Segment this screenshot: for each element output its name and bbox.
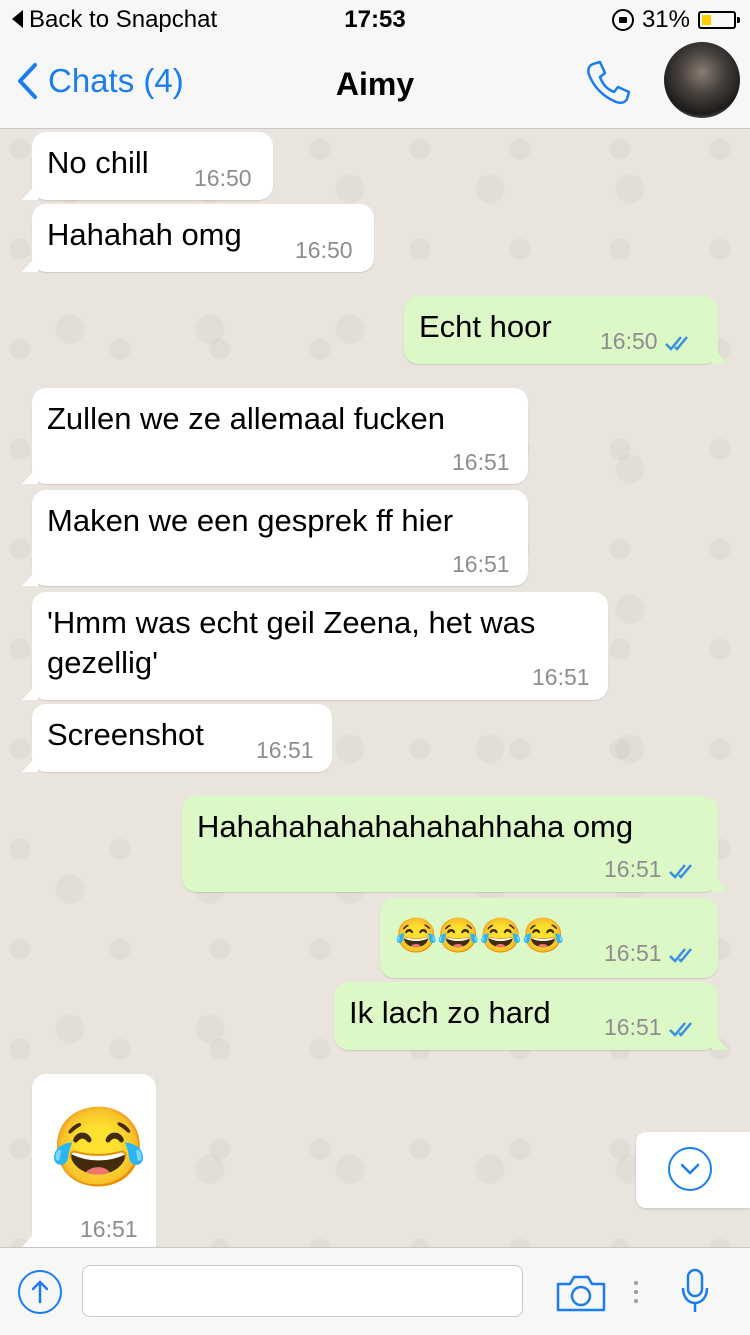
message-time: 16:51	[604, 1014, 662, 1040]
scroll-to-bottom-button[interactable]	[636, 1132, 750, 1208]
message-time: 16:50	[600, 328, 658, 354]
arrow-up-icon	[31, 1280, 49, 1304]
message-text: 'Hmm was echt geil Zeena, het was	[47, 605, 536, 640]
rotation-lock-icon	[611, 9, 634, 31]
message-time: 16:50	[295, 237, 353, 263]
microphone-icon	[681, 1268, 709, 1312]
double-check-icon	[668, 864, 692, 879]
voice-message-button[interactable]	[680, 1268, 710, 1319]
message-text: Maken we een gesprek ff hier	[47, 503, 454, 538]
call-button[interactable]	[583, 58, 633, 113]
message-bubble[interactable]: Hahahah omg 16:50	[22, 204, 374, 272]
chat-title[interactable]: Aimy	[0, 66, 750, 103]
message-bubble[interactable]: Echt hoor 16:50	[404, 296, 728, 364]
camera-icon	[556, 1275, 606, 1312]
status-bar: Back to Snapchat 17:53 31%	[0, 0, 750, 40]
message-bubble[interactable]: Ik lach zo hard 16:51	[334, 982, 728, 1050]
message-time: 16:51	[604, 856, 662, 882]
message-text: Zullen we ze allemaal fucken	[47, 401, 446, 436]
attach-button[interactable]	[18, 1270, 62, 1314]
message-bubble[interactable]: Maken we een gesprek ff hier 16:51	[22, 490, 528, 586]
double-check-icon	[664, 336, 688, 351]
input-bar	[0, 1247, 750, 1335]
message-bubble[interactable]: Zullen we ze allemaal fucken 16:51	[22, 388, 528, 484]
camera-button[interactable]	[556, 1274, 606, 1317]
message-time: 16:51	[452, 449, 510, 475]
message-bubble[interactable]: 'Hmm was echt geil Zeena, het was gezell…	[22, 592, 608, 700]
double-check-icon	[668, 1022, 692, 1037]
message-bubble[interactable]: 😂😂😂😂 16:51	[380, 898, 718, 978]
message-text: Screenshot	[47, 717, 204, 752]
message-input[interactable]	[82, 1265, 523, 1317]
message-meta: 16:50	[600, 328, 694, 355]
message-emoji-text: 😂😂😂😂	[395, 917, 565, 955]
message-text-line-2: gezellig'	[47, 645, 159, 680]
battery-fill	[702, 15, 711, 25]
message-time: 16:51	[532, 664, 590, 690]
separator-dots	[632, 1280, 640, 1309]
message-time: 16:51	[256, 737, 314, 763]
message-bubble[interactable]: No chill 16:50	[22, 132, 273, 200]
phone-icon	[587, 60, 631, 104]
chevron-down-icon	[668, 1147, 712, 1191]
message-bubble[interactable]: Hahahahahahahahahhaha omg 16:51	[182, 796, 728, 892]
message-meta: 16:51	[604, 940, 698, 967]
chat-area[interactable]: No chill 16:50 Hahahah omg 16:50 Echt ho…	[0, 129, 750, 1247]
message-time: 16:50	[194, 165, 252, 191]
status-right: 31%	[611, 6, 740, 34]
message-text: Echt hoor	[419, 309, 552, 344]
message-big-emoji: 😂	[50, 1103, 148, 1191]
message-text: Hahahah omg	[47, 217, 242, 252]
nav-bar: Chats (4) Aimy	[0, 40, 750, 129]
message-meta: 16:51	[604, 1014, 698, 1041]
message-time: 16:51	[604, 940, 662, 966]
battery-percent: 31%	[641, 6, 690, 33]
double-check-icon	[668, 948, 692, 963]
message-meta: 16:51	[604, 856, 698, 883]
contact-avatar[interactable]	[664, 42, 740, 118]
message-time: 16:51	[452, 551, 510, 577]
message-text: Hahahahahahahahahhaha omg	[197, 809, 634, 844]
message-time: 16:51	[80, 1216, 138, 1242]
message-text: Ik lach zo hard	[349, 995, 551, 1030]
message-text: No chill	[47, 145, 149, 180]
message-bubble[interactable]: 😂 16:51	[22, 1074, 156, 1247]
message-bubble[interactable]: Screenshot 16:51	[22, 704, 332, 772]
battery-icon	[698, 11, 740, 29]
